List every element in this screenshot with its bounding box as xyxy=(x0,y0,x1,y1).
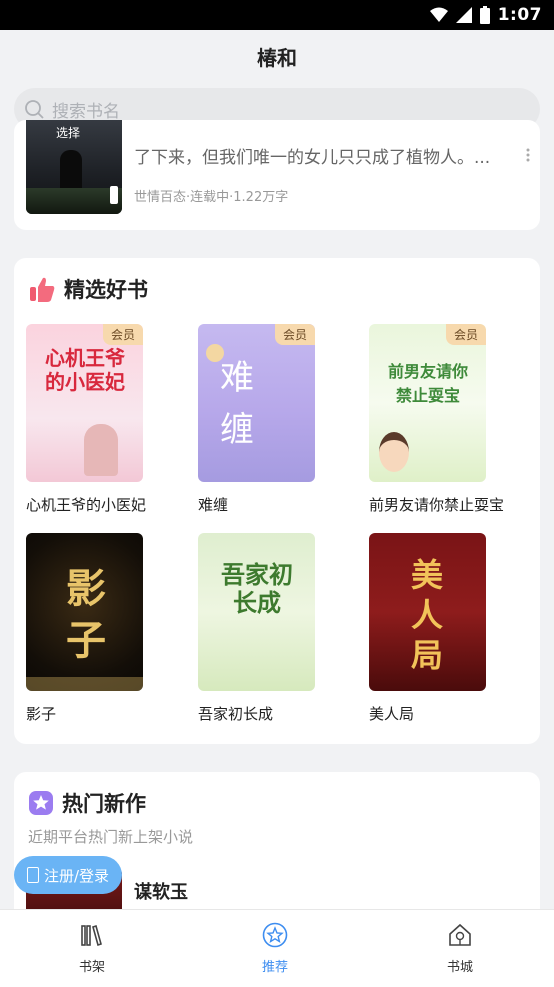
vip-badge: 会员 xyxy=(102,324,143,345)
login-button[interactable]: 注册/登录 xyxy=(14,856,122,894)
cover-cloud xyxy=(26,677,143,691)
featured-section: 精选好书 心机王爷的小医妃 会员 心机王爷的小医妃 难缠 会员 难缠 前男友请你… xyxy=(14,258,540,744)
cover-moon xyxy=(206,344,224,362)
book-item[interactable]: 难缠 会员 难缠 xyxy=(198,324,338,515)
book-description: 了下来，但我们唯一的女儿只只成了植物人。... xyxy=(134,148,491,168)
section-title: 精选好书 xyxy=(64,278,148,302)
book-cover[interactable]: 难缠 会员 xyxy=(198,324,315,482)
cover-title: 影子 xyxy=(66,566,106,664)
cover-title: 前男友请你禁止耍宝 xyxy=(387,362,468,405)
cover-grass xyxy=(26,188,122,214)
book-title: 影子 xyxy=(26,705,57,723)
book-meta: 世情百态·连载中·1.22万字 xyxy=(134,190,289,205)
status-icons: 1:07 xyxy=(429,5,542,25)
book-cover[interactable]: 选择 xyxy=(26,120,122,214)
book-item[interactable]: 心机王爷的小医妃 会员 心机王爷的小医妃 xyxy=(26,324,166,515)
book-item[interactable]: 前男友请你禁止耍宝 会员 前男友请你禁止耍宝 xyxy=(369,324,509,515)
tab-label: 书城 xyxy=(446,960,473,975)
thumbs-up-icon xyxy=(30,277,55,302)
section-subtitle: 近期平台热门新上架小说 xyxy=(28,828,194,846)
search-icon xyxy=(25,100,44,119)
book-title: 心机王爷的小医妃 xyxy=(26,496,147,514)
book-cover[interactable]: 吾家初长成 xyxy=(198,533,315,691)
section-header: 精选好书 xyxy=(28,274,148,304)
section-header: 热门新作 xyxy=(28,788,146,818)
book-item[interactable]: 影子 影子 xyxy=(26,533,166,724)
vip-badge: 会员 xyxy=(274,324,315,345)
book-cover[interactable]: 心机王爷的小医妃 会员 xyxy=(26,324,143,482)
star-icon xyxy=(262,922,288,948)
tab-bookshelf[interactable]: 书架 xyxy=(52,922,132,975)
status-bar: 1:07 xyxy=(0,0,554,30)
book-cover[interactable]: 前男友请你禁止耍宝 会员 xyxy=(369,324,486,482)
app-title: 椿和 xyxy=(257,46,297,70)
cover-title: 美人局 xyxy=(410,556,443,674)
book-title: 难缠 xyxy=(198,496,229,514)
book-cover[interactable]: 影子 xyxy=(26,533,143,691)
book-title: 美人局 xyxy=(369,705,415,723)
bookstore-icon xyxy=(449,923,471,946)
cover-title: 心机王爷的小医妃 xyxy=(45,346,125,394)
cover-title: 吾家初长成 xyxy=(221,561,293,617)
phone-icon xyxy=(26,867,39,883)
more-icon[interactable] xyxy=(526,148,530,162)
cover-figure xyxy=(84,424,118,476)
cover-title: 选择 xyxy=(56,126,81,140)
search-input[interactable]: 搜索书名 xyxy=(52,97,120,122)
book-title: 吾家初长成 xyxy=(198,705,274,723)
book-item[interactable]: 美人局 美人局 xyxy=(369,533,509,724)
cover-badge xyxy=(110,186,118,204)
section-title: 热门新作 xyxy=(62,792,146,816)
new-works-section: 热门新作 近期平台热门新上架小说 谋软玉 xyxy=(14,772,540,932)
book-title: 前男友请你禁止耍宝 xyxy=(369,496,505,514)
battery-icon xyxy=(479,6,490,24)
tab-bookstore[interactable]: 书城 xyxy=(420,922,500,975)
login-label: 注册/登录 xyxy=(43,866,110,885)
tab-label: 书架 xyxy=(78,960,105,975)
book-cover[interactable]: 美人局 xyxy=(369,533,486,691)
star-badge-icon xyxy=(29,791,53,815)
book-item[interactable]: 吾家初长成 吾家初长成 xyxy=(198,533,338,724)
book-title[interactable]: 谋软玉 xyxy=(134,878,188,904)
clock: 1:07 xyxy=(497,5,542,25)
bookshelf-icon xyxy=(81,924,102,947)
book-card[interactable]: 选择 了下来，但我们唯一的女儿只只成了植物人。... 世情百态·连载中·1.22… xyxy=(14,120,540,230)
signal-icon xyxy=(455,7,472,23)
bottom-tab-bar: 书架 推荐 书城 xyxy=(0,909,554,987)
vip-badge: 会员 xyxy=(445,324,486,345)
tab-label: 推荐 xyxy=(261,960,288,975)
cover-title: 难缠 xyxy=(220,358,254,450)
wifi-icon xyxy=(429,7,448,22)
cover-figure xyxy=(379,432,409,472)
tab-recommend[interactable]: 推荐 xyxy=(235,922,315,975)
